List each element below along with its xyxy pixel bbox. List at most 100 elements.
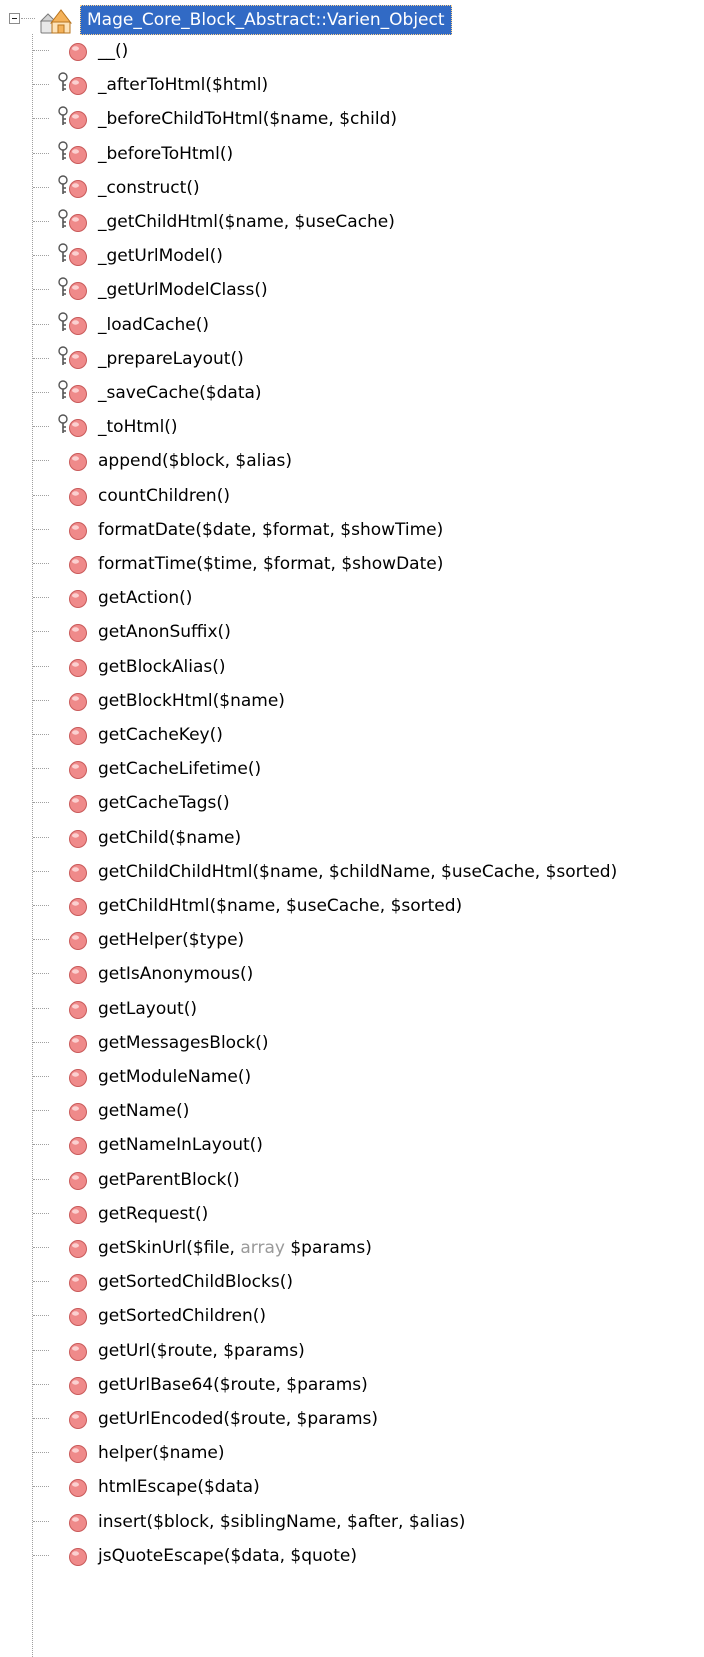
public-method-icon: [52, 549, 88, 579]
tree-item-method[interactable]: getAnonSuffix(): [0, 615, 704, 649]
tree-connector: [33, 631, 49, 633]
method-label: getMessagesBlock(): [98, 1032, 269, 1053]
tree-connector: [33, 494, 49, 496]
tree-item-method[interactable]: getName(): [0, 1094, 704, 1128]
tree-item-method[interactable]: getMessagesBlock(): [0, 1026, 704, 1060]
tree-item-method[interactable]: __(): [0, 34, 704, 68]
method-label: getBlockAlias(): [98, 656, 226, 677]
method-label: getChild($name): [98, 827, 242, 848]
tree-item-method[interactable]: getRequest(): [0, 1197, 704, 1231]
tree-item-method[interactable]: getChildHtml($name, $useCache, $sorted): [0, 889, 704, 923]
tree-item-method[interactable]: _loadCache(): [0, 308, 704, 342]
public-method-icon: [52, 1336, 88, 1366]
tree-connector: [33, 1110, 49, 1112]
tree-item-method[interactable]: getBlockAlias(): [0, 650, 704, 684]
tree-item-method[interactable]: getCacheTags(): [0, 786, 704, 820]
tree-item-method[interactable]: getSortedChildBlocks(): [0, 1265, 704, 1299]
tree-item-method[interactable]: htmlEscape($data): [0, 1470, 704, 1504]
tree-item-method[interactable]: append($block, $alias): [0, 444, 704, 478]
tree-item-method[interactable]: getModuleName(): [0, 1060, 704, 1094]
public-method-icon: [52, 1438, 88, 1468]
tree-item-method[interactable]: getHelper($type): [0, 923, 704, 957]
tree-connector: [33, 973, 49, 975]
method-label: helper($name): [98, 1443, 225, 1464]
tree-item-method[interactable]: getCacheKey(): [0, 718, 704, 752]
tree-item-method[interactable]: _beforeToHtml(): [0, 137, 704, 171]
tree-item-method[interactable]: _afterToHtml($html): [0, 68, 704, 102]
tree-item-method[interactable]: getCacheLifetime(): [0, 752, 704, 786]
tree-item-method[interactable]: getUrl($route, $params): [0, 1334, 704, 1368]
method-label: formatTime($time, $format, $showDate): [98, 554, 444, 574]
tree-connector: [33, 1281, 49, 1283]
tree-connector: [33, 1520, 49, 1522]
public-method-icon: [52, 788, 88, 818]
tree-connector: [33, 50, 49, 51]
tree-item-method[interactable]: getUrlEncoded($route, $params): [0, 1402, 704, 1436]
tree-item-method[interactable]: getSortedChildren(): [0, 1299, 704, 1333]
tree-item-method[interactable]: getUrlBase64($route, $params): [0, 1368, 704, 1402]
tree-connector: [33, 323, 49, 325]
tree-item-method[interactable]: getChild($name): [0, 821, 704, 855]
tree-item-method[interactable]: getBlockHtml($name): [0, 684, 704, 718]
tree-item-method[interactable]: insert($block, $siblingName, $after, $al…: [0, 1505, 704, 1539]
method-label: getCacheTags(): [98, 793, 230, 814]
method-label: formatDate($date, $format, $showTime): [98, 519, 444, 540]
protected-method-icon: [52, 207, 88, 237]
tree-item-method[interactable]: getParentBlock(): [0, 1163, 704, 1197]
method-label: _prepareLayout(): [98, 348, 244, 369]
method-label: getChildHtml($name, $useCache, $sorted): [98, 896, 463, 916]
tree-item-method[interactable]: _saveCache($data): [0, 376, 704, 410]
tree-item-method[interactable]: _getUrlModelClass(): [0, 273, 704, 307]
tree-root-row[interactable]: Mage_Core_Block_Abstract::Varien_Object: [0, 5, 704, 35]
tree-connector: [33, 460, 49, 462]
tree-item-method[interactable]: getAction(): [0, 581, 704, 615]
protected-method-icon: [52, 104, 88, 134]
tree-connector: [33, 1247, 49, 1248]
protected-method-icon: [52, 412, 88, 442]
protected-method-icon: [52, 378, 88, 408]
tree-connector: [33, 836, 49, 838]
tree-item-method[interactable]: _getChildHtml($name, $useCache): [0, 205, 704, 239]
public-method-icon: [52, 1233, 88, 1263]
public-method-icon: [52, 1541, 88, 1571]
tree-item-method[interactable]: _beforeChildToHtml($name, $child): [0, 102, 704, 136]
protected-method-icon: [52, 173, 88, 203]
method-label: getCacheLifetime(): [98, 759, 262, 780]
tree-item-method[interactable]: formatTime($time, $format, $showDate): [0, 547, 704, 581]
tree-connector: [33, 1178, 49, 1180]
tree-item-method[interactable]: _construct(): [0, 171, 704, 205]
tree-item-method[interactable]: helper($name): [0, 1436, 704, 1470]
tree-item-method[interactable]: getIsAnonymous(): [0, 957, 704, 991]
public-method-icon: [52, 617, 88, 647]
tree-connector: [33, 1554, 49, 1556]
tree-item-method[interactable]: getSkinUrl($file, array $params): [0, 1231, 704, 1265]
protected-method-icon: [52, 70, 88, 100]
method-label: getAnonSuffix(): [98, 622, 231, 643]
public-method-icon: [52, 754, 88, 784]
tree-item-method[interactable]: _prepareLayout(): [0, 342, 704, 376]
tree-connector: [33, 1418, 49, 1419]
tree-item-method[interactable]: jsQuoteEscape($data, $quote): [0, 1539, 704, 1573]
method-label-part: $params): [284, 1238, 372, 1258]
tree-item-method[interactable]: getLayout(): [0, 992, 704, 1026]
method-label: _beforeChildToHtml($name, $child): [98, 109, 397, 130]
collapse-toggle-icon[interactable]: [9, 13, 20, 24]
tree-item-method[interactable]: getChildChildHtml($name, $childName, $us…: [0, 855, 704, 889]
tree-item-method[interactable]: _getUrlModel(): [0, 239, 704, 273]
tree-item-method[interactable]: countChildren(): [0, 479, 704, 513]
tree-connector: [33, 768, 49, 770]
public-method-icon: [52, 1165, 88, 1195]
tree-item-method[interactable]: _toHtml(): [0, 410, 704, 444]
method-label: getUrlBase64($route, $params): [98, 1374, 368, 1395]
tree-connector: [33, 1144, 49, 1146]
tree-item-method[interactable]: getNameInLayout(): [0, 1128, 704, 1162]
public-method-icon: [52, 1028, 88, 1058]
tree-connector: [33, 528, 49, 530]
public-method-icon: [52, 1267, 88, 1297]
method-label: _loadCache(): [98, 314, 209, 335]
class-name-label[interactable]: Mage_Core_Block_Abstract::Varien_Object: [80, 5, 452, 35]
public-method-icon: [52, 1370, 88, 1400]
method-label: getUrlEncoded($route, $params): [98, 1409, 379, 1429]
method-label: getRequest(): [98, 1203, 209, 1224]
tree-item-method[interactable]: formatDate($date, $format, $showTime): [0, 513, 704, 547]
